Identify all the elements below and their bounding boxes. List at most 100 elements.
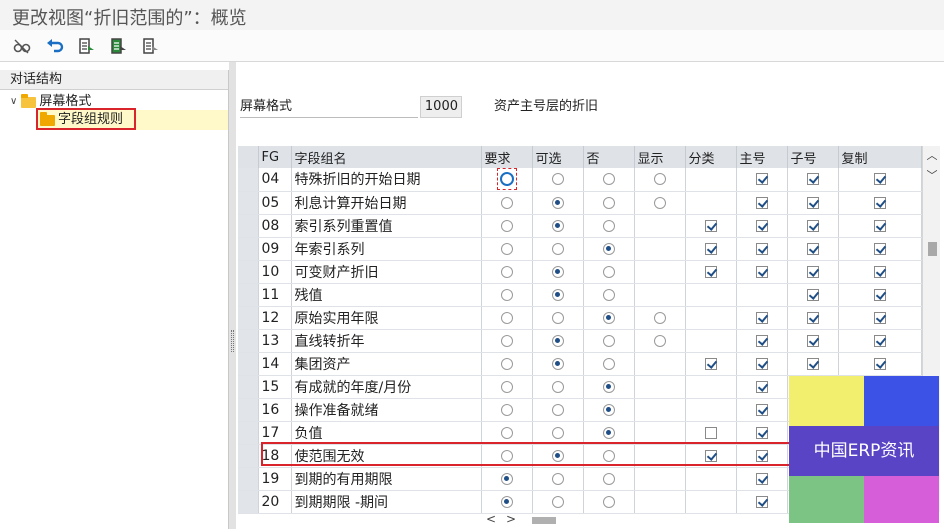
chevron-down-icon[interactable]: ∨	[10, 92, 17, 112]
display-radio[interactable]	[653, 196, 666, 209]
no-radio[interactable]	[602, 495, 615, 508]
main-asset-checkbox[interactable]	[755, 403, 768, 416]
no-radio[interactable]	[602, 472, 615, 485]
req-radio[interactable]	[500, 357, 513, 370]
main-asset-checkbox[interactable]	[755, 472, 768, 485]
no-radio[interactable]	[602, 173, 615, 186]
display-radio[interactable]	[653, 311, 666, 324]
copy-checkbox[interactable]	[873, 265, 886, 278]
no-radio[interactable]	[602, 242, 615, 255]
sub-asset-checkbox[interactable]	[806, 219, 819, 232]
display-radio[interactable]	[653, 334, 666, 347]
sub-asset-checkbox[interactable]	[806, 334, 819, 347]
row-selector[interactable]	[238, 283, 259, 307]
opt-radio[interactable]	[551, 380, 564, 393]
req-radio[interactable]	[499, 172, 514, 187]
opt-radio[interactable]	[551, 403, 564, 416]
copy-checkbox[interactable]	[873, 196, 886, 209]
req-radio[interactable]	[500, 242, 513, 255]
opt-radio[interactable]	[551, 311, 564, 324]
column-header[interactable]: 否	[583, 146, 635, 168]
column-header[interactable]: 字段组名	[291, 146, 482, 168]
main-asset-checkbox[interactable]	[755, 242, 768, 255]
sub-asset-checkbox[interactable]	[806, 242, 819, 255]
column-header[interactable]: 显示	[634, 146, 686, 168]
sub-asset-checkbox[interactable]	[806, 357, 819, 370]
classification-checkbox[interactable]	[704, 219, 717, 232]
row-selector[interactable]	[238, 306, 259, 330]
no-radio[interactable]	[602, 219, 615, 232]
row-selector-header[interactable]	[238, 146, 259, 168]
opt-radio[interactable]	[551, 288, 564, 301]
row-selector[interactable]	[238, 352, 259, 376]
sub-asset-checkbox[interactable]	[806, 196, 819, 209]
copy-checkbox[interactable]	[873, 288, 886, 301]
main-asset-checkbox[interactable]	[755, 311, 768, 324]
req-radio[interactable]	[500, 426, 513, 439]
no-radio[interactable]	[602, 288, 615, 301]
row-selector[interactable]	[238, 329, 259, 353]
row-selector[interactable]	[238, 237, 259, 261]
scroll-thumb[interactable]	[532, 517, 556, 524]
opt-radio[interactable]	[551, 265, 564, 278]
main-asset-checkbox[interactable]	[755, 380, 768, 393]
opt-radio[interactable]	[551, 472, 564, 485]
scroll-right-icon[interactable]: >	[506, 512, 516, 526]
classification-checkbox[interactable]	[704, 242, 717, 255]
column-header[interactable]: 子号	[787, 146, 839, 168]
scroll-up-icon[interactable]: ︿	[923, 148, 941, 164]
glasses-icon[interactable]	[10, 34, 34, 58]
copy-checkbox[interactable]	[873, 173, 886, 186]
copy-checkbox[interactable]	[873, 357, 886, 370]
opt-radio[interactable]	[551, 495, 564, 508]
req-radio[interactable]	[500, 472, 513, 485]
row-selector[interactable]	[238, 260, 259, 284]
sub-asset-checkbox[interactable]	[806, 173, 819, 186]
req-radio[interactable]	[500, 334, 513, 347]
column-header[interactable]: FG	[258, 146, 292, 168]
opt-radio[interactable]	[551, 173, 564, 186]
main-asset-checkbox[interactable]	[755, 196, 768, 209]
req-radio[interactable]	[500, 311, 513, 324]
row-selector[interactable]	[238, 421, 259, 445]
req-radio[interactable]	[500, 219, 513, 232]
sub-asset-checkbox[interactable]	[806, 288, 819, 301]
no-radio[interactable]	[602, 311, 615, 324]
no-radio[interactable]	[602, 426, 615, 439]
copy-checkbox[interactable]	[873, 334, 886, 347]
row-selector[interactable]	[238, 191, 259, 215]
no-radio[interactable]	[602, 196, 615, 209]
no-radio[interactable]	[602, 403, 615, 416]
main-asset-checkbox[interactable]	[755, 265, 768, 278]
row-selector[interactable]	[238, 467, 259, 491]
display-radio[interactable]	[653, 173, 666, 186]
main-asset-checkbox[interactable]	[755, 334, 768, 347]
sub-asset-checkbox[interactable]	[806, 265, 819, 278]
opt-radio[interactable]	[551, 357, 564, 370]
opt-radio[interactable]	[551, 196, 564, 209]
undo-icon[interactable]	[43, 34, 67, 58]
req-radio[interactable]	[500, 403, 513, 416]
copy-checkbox[interactable]	[873, 242, 886, 255]
scroll-down-icon[interactable]: ﹀	[923, 168, 941, 184]
main-asset-checkbox[interactable]	[755, 426, 768, 439]
column-header[interactable]: 复制	[838, 146, 922, 168]
main-asset-checkbox[interactable]	[755, 173, 768, 186]
pane-splitter[interactable]	[229, 62, 236, 529]
deselect-icon[interactable]	[139, 34, 163, 58]
classification-checkbox[interactable]	[704, 426, 717, 439]
scroll-left-icon[interactable]: <	[486, 512, 496, 526]
copy-checkbox[interactable]	[873, 311, 886, 324]
classification-checkbox[interactable]	[704, 357, 717, 370]
classification-checkbox[interactable]	[704, 265, 717, 278]
row-selector[interactable]	[238, 168, 259, 192]
row-selector[interactable]	[238, 398, 259, 422]
opt-radio[interactable]	[551, 242, 564, 255]
req-radio[interactable]	[500, 196, 513, 209]
main-asset-checkbox[interactable]	[755, 495, 768, 508]
main-asset-checkbox[interactable]	[755, 219, 768, 232]
opt-radio[interactable]	[551, 426, 564, 439]
select-block-icon[interactable]	[107, 34, 131, 58]
no-radio[interactable]	[602, 380, 615, 393]
row-selector[interactable]	[238, 490, 259, 514]
